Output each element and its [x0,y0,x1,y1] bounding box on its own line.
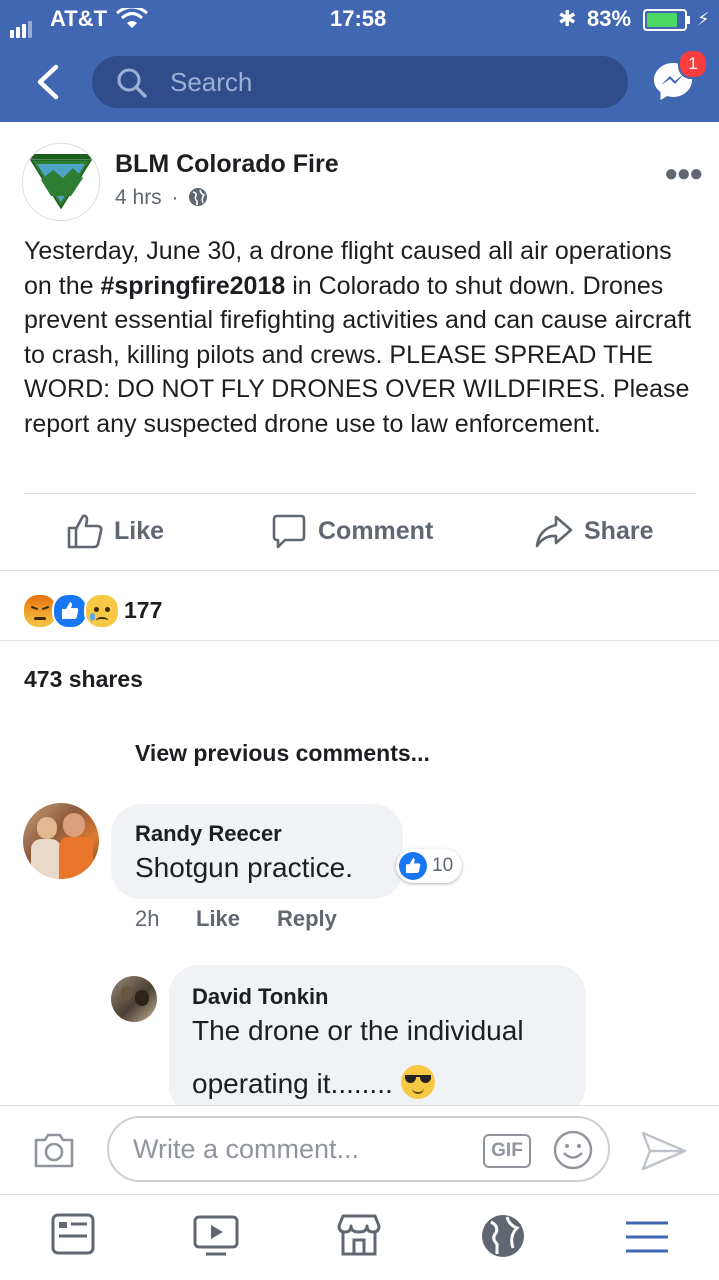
battery-icon [643,9,690,31]
send-icon[interactable] [640,1130,688,1172]
reaction-count[interactable]: 177 [124,597,162,624]
commenter-avatar[interactable] [23,803,99,879]
gif-button[interactable]: GIF [483,1134,531,1168]
hashtag-link[interactable]: #springfire2018 [100,272,285,300]
like-label: Like [114,516,165,545]
comment-author[interactable]: David Tonkin [192,984,329,1010]
comment-like-number: 10 [432,855,454,876]
back-arrow-icon[interactable] [34,64,62,100]
share-count[interactable]: 473 shares [24,666,143,693]
comment-text-line: The drone or the individual [192,1015,524,1046]
bluetooth-icon: ✱ [558,6,577,31]
comment-label: Comment [318,516,434,545]
post-timestamp: 4 hrs · [115,186,208,210]
comment-reply-button[interactable]: Reply [277,906,337,932]
post-author[interactable]: BLM Colorado Fire [115,150,339,179]
post-body: Yesterday, June 30, a drone flight cause… [24,237,692,438]
divider [24,493,696,494]
comment-like-count[interactable]: 10 [396,849,462,883]
comment-icon [272,514,306,549]
like-button[interactable]: Like [66,512,164,550]
globe-privacy-icon [189,188,208,206]
share-label: Share [584,516,654,545]
commenter-avatar[interactable] [111,976,157,1022]
comment-placeholder: Write a comment... [133,1134,360,1164]
search-placeholder: Search [170,67,253,97]
search-icon [117,68,147,98]
post-time-text: 4 hrs [115,186,162,209]
wifi-icon [116,8,148,28]
top-bar: AT&T 17:58 ✱ 83% ⚡ Search 1 [0,0,719,122]
charging-icon: ⚡ [697,9,710,29]
signal-icon [10,12,34,38]
notification-badge: 1 [678,49,708,79]
marketplace-icon[interactable] [335,1212,383,1258]
comment-author[interactable]: Randy Reecer [135,821,282,847]
divider [0,640,719,641]
comment-bubble[interactable]: David Tonkin The drone or the individual… [169,965,586,1115]
comment-input[interactable]: Write a comment... GIF [107,1116,610,1182]
news-feed-icon[interactable] [50,1212,96,1256]
comment-like-button[interactable]: Like [196,906,240,932]
clock: 17:58 [330,6,387,31]
camera-icon[interactable] [32,1130,76,1170]
comment-button[interactable]: Comment [270,512,433,550]
page-avatar[interactable] [22,143,100,221]
sad-reaction-icon [84,593,120,629]
like-reaction-icon [399,852,427,880]
globe-icon[interactable] [479,1212,527,1260]
blm-logo-icon [29,154,93,210]
carrier-label: AT&T [50,6,108,31]
thumbs-up-icon [67,514,103,549]
comment-age: 2h [135,906,160,931]
divider [0,570,719,571]
share-icon [535,515,573,548]
view-previous-comments[interactable]: View previous comments... [135,740,430,767]
comment-text: Shotgun practice. [135,852,353,883]
reactions-summary[interactable] [22,593,122,629]
emoji-icon[interactable] [552,1129,594,1171]
like-reaction-icon [52,593,88,629]
share-button[interactable]: Share [534,512,653,550]
more-options-icon[interactable]: ●●● [664,160,703,188]
menu-icon[interactable] [624,1220,670,1256]
battery-percent: 83% [587,6,632,31]
comment-bubble[interactable]: Randy Reecer Shotgun practice. [111,804,403,899]
sunglasses-emoji-icon [400,1065,435,1099]
watch-icon[interactable] [192,1212,240,1258]
comment-text-line: operating it........ [192,1065,435,1100]
search-input[interactable]: Search [92,56,628,108]
